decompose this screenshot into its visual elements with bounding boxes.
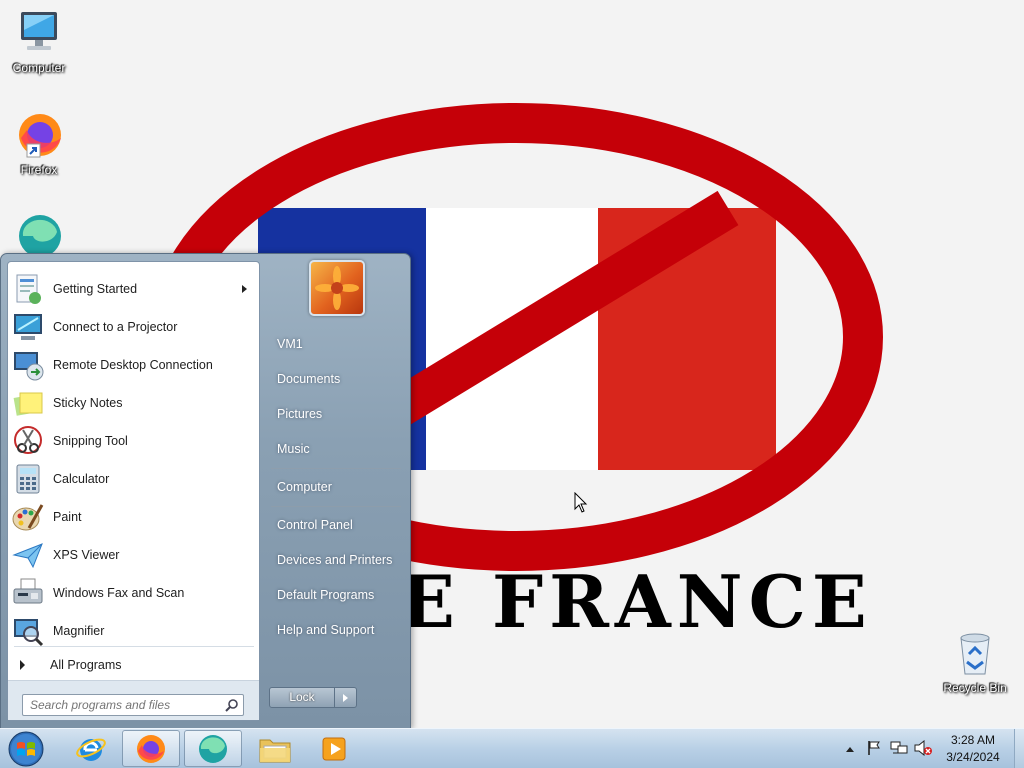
- firefox-icon: [137, 734, 165, 763]
- programs-divider: [14, 646, 254, 647]
- user-picture[interactable]: [309, 260, 365, 316]
- programs-pane: Getting Started Connect to a Projector R…: [7, 261, 260, 721]
- getting-started-icon: [16, 274, 41, 304]
- program-calculator[interactable]: Calculator: [8, 460, 259, 498]
- remote-desktop-icon: [14, 352, 44, 381]
- taskbar-media-player[interactable]: [306, 730, 364, 767]
- computer-icon: [21, 12, 57, 50]
- desktop-icon-label: Computer: [12, 61, 66, 75]
- program-label: Getting Started: [53, 282, 138, 296]
- program-getting-started[interactable]: Getting Started: [8, 270, 259, 308]
- edge-icon: [19, 215, 61, 257]
- desktop-icon-recycle-bin[interactable]: Recycle Bin: [937, 630, 1013, 695]
- xps-viewer-icon: [12, 543, 43, 569]
- taskbar-edge[interactable]: [184, 730, 242, 767]
- link-pictures[interactable]: Pictures: [277, 407, 322, 421]
- desktop-icon-computer[interactable]: Computer: [1, 10, 77, 75]
- calculator-icon: [16, 464, 40, 494]
- search-box[interactable]: [22, 694, 244, 716]
- search-input[interactable]: [30, 696, 222, 714]
- firefox-icon: [19, 114, 61, 158]
- program-label: Connect to a Projector: [53, 320, 178, 334]
- fax-scan-icon: [13, 578, 43, 604]
- taskbar-firefox[interactable]: [122, 730, 180, 767]
- desktop-icon-edge[interactable]: [1, 214, 77, 257]
- places-pane: VM1 Documents Pictures Music Computer Co…: [261, 254, 411, 728]
- places-divider: [271, 468, 401, 469]
- link-help-support[interactable]: Help and Support: [277, 623, 374, 637]
- projector-icon: [14, 314, 42, 340]
- program-label: Calculator: [53, 472, 110, 486]
- program-paint[interactable]: Paint: [8, 498, 259, 536]
- program-label: Remote Desktop Connection: [53, 358, 213, 372]
- places-divider: [271, 506, 401, 507]
- program-label: Paint: [53, 510, 82, 524]
- file-explorer-icon: [259, 739, 291, 762]
- start-menu: Getting Started Connect to a Projector R…: [0, 253, 411, 729]
- program-connect-projector[interactable]: Connect to a Projector: [8, 308, 259, 346]
- desktop-icon-firefox[interactable]: Firefox: [1, 112, 77, 177]
- system-clock[interactable]: 3:28 AM 3/24/2024: [936, 732, 1010, 766]
- program-remote-desktop[interactable]: Remote Desktop Connection: [8, 346, 259, 384]
- link-computer[interactable]: Computer: [277, 480, 332, 494]
- link-documents[interactable]: Documents: [277, 372, 340, 386]
- internet-explorer-icon: [76, 738, 106, 761]
- program-label: Magnifier: [53, 624, 105, 638]
- wallpaper-text: E FRANCE: [400, 559, 873, 644]
- link-default-programs[interactable]: Default Programs: [277, 588, 374, 602]
- lock-button[interactable]: Lock: [269, 687, 335, 708]
- program-label: Windows Fax and Scan: [53, 586, 185, 600]
- all-programs-label: All Programs: [50, 658, 122, 672]
- taskbar-internet-explorer[interactable]: [62, 730, 120, 767]
- edge-icon: [199, 734, 227, 763]
- program-label: Snipping Tool: [53, 434, 128, 448]
- media-player-icon: [322, 737, 346, 760]
- link-music[interactable]: Music: [277, 442, 310, 456]
- program-sticky-notes[interactable]: Sticky Notes: [8, 384, 259, 422]
- program-label: XPS Viewer: [53, 548, 120, 562]
- snipping-tool-icon: [14, 426, 42, 454]
- expand-arrow-icon: [20, 660, 25, 670]
- taskbar: 3:28 AM 3/24/2024: [0, 728, 1024, 768]
- program-label: Sticky Notes: [53, 396, 123, 410]
- shutdown-options-button[interactable]: [335, 687, 357, 708]
- show-hidden-icons-icon[interactable]: [845, 745, 855, 753]
- clock-date: 3/24/2024: [946, 750, 1000, 764]
- desktop-icon-label: Firefox: [20, 163, 58, 177]
- arrow-right-icon: [343, 694, 348, 702]
- magnifier-icon: [14, 619, 44, 647]
- network-icon[interactable]: [890, 740, 908, 756]
- volume-muted-icon[interactable]: [914, 740, 932, 756]
- program-xps-viewer[interactable]: XPS Viewer: [8, 536, 259, 574]
- program-fax-scan[interactable]: Windows Fax and Scan: [8, 574, 259, 612]
- start-orb[interactable]: [6, 730, 46, 768]
- link-user-folder[interactable]: VM1: [277, 337, 303, 351]
- desktop-icon-label: Recycle Bin: [943, 681, 1007, 695]
- recycle-bin-icon: [960, 633, 990, 675]
- action-center-flag-icon[interactable]: [866, 740, 882, 756]
- flower-avatar-icon: [315, 266, 359, 310]
- taskbar-file-explorer[interactable]: [246, 730, 304, 767]
- mouse-cursor-icon: [574, 492, 588, 513]
- search-icon[interactable]: [225, 698, 239, 712]
- submenu-arrow-icon: [242, 285, 247, 293]
- program-snipping-tool[interactable]: Snipping Tool: [8, 422, 259, 460]
- sticky-notes-icon: [13, 392, 43, 416]
- link-control-panel[interactable]: Control Panel: [277, 518, 353, 532]
- paint-icon: [12, 504, 44, 531]
- link-devices-printers[interactable]: Devices and Printers: [277, 553, 392, 567]
- all-programs-button[interactable]: All Programs: [8, 651, 259, 679]
- program-magnifier[interactable]: Magnifier: [8, 612, 259, 650]
- clock-time: 3:28 AM: [950, 733, 996, 747]
- search-area: [8, 680, 259, 720]
- show-desktop-button[interactable]: [1014, 729, 1024, 768]
